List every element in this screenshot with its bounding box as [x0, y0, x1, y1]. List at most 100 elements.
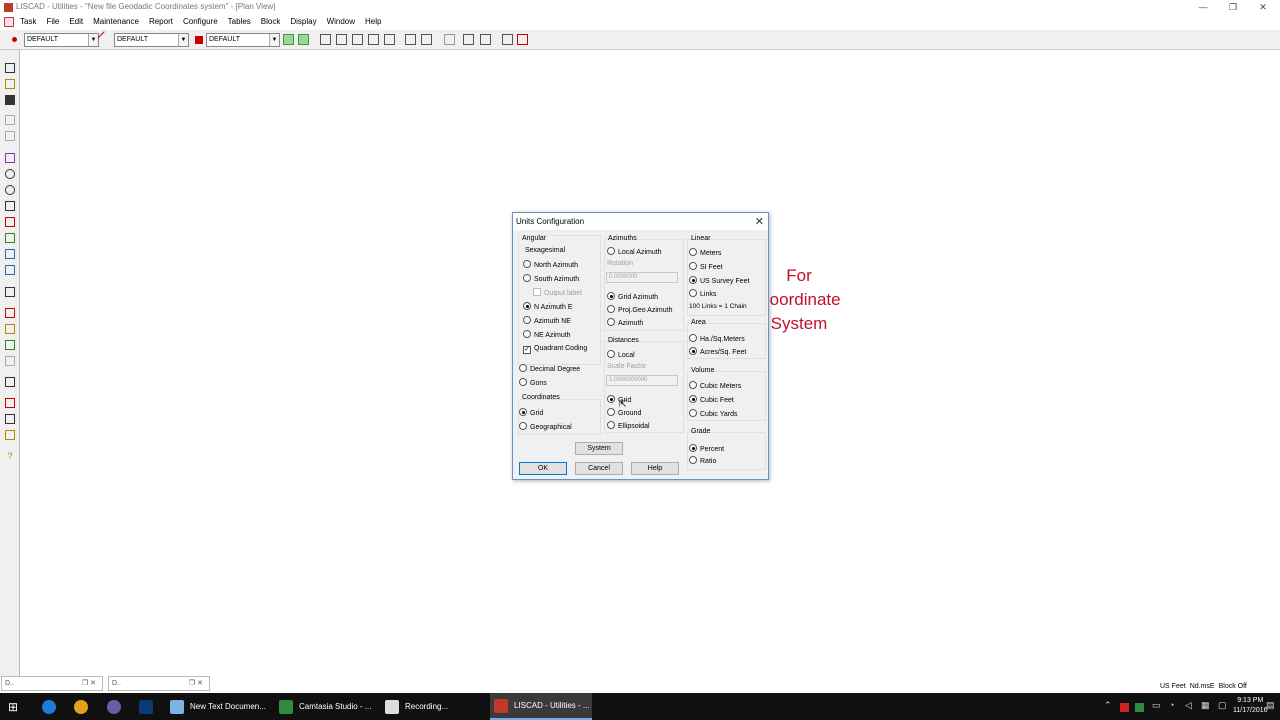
help-icon[interactable]: ? [5, 451, 15, 461]
open-file-icon[interactable] [5, 79, 15, 89]
undo-icon[interactable] [5, 115, 15, 125]
calculator-icon[interactable] [5, 414, 15, 424]
arc-tool-icon[interactable] [368, 34, 379, 45]
n-azimuth-e-radio[interactable]: N Azimuth E [523, 302, 573, 312]
menu-file[interactable]: File [46, 17, 59, 26]
azimuth-ne-radio[interactable]: Azimuth NE [523, 316, 571, 326]
undo-tool-icon[interactable] [444, 34, 455, 45]
us-survey-feet-radio[interactable]: US Survey Feet [689, 276, 749, 286]
si-feet-radio[interactable]: SI Feet [689, 262, 723, 272]
local-azimuth-radio[interactable]: Local Azimuth [607, 247, 662, 257]
minimized-window-1[interactable]: D.. ❐ ✕ [1, 676, 103, 691]
warning-icon[interactable] [5, 308, 15, 318]
coordinates-geographical-radio[interactable]: Geographical [519, 422, 572, 432]
cubic-yards-radio[interactable]: Cubic Yards [689, 409, 737, 419]
pencil-icon[interactable] [5, 233, 15, 243]
rotate-tool-icon[interactable] [384, 34, 395, 45]
cancel-button[interactable]: Cancel [575, 462, 623, 475]
battery-icon[interactable]: ▭ [1152, 700, 1161, 711]
layers-icon[interactable] [5, 217, 15, 227]
quadrant-coding-checkbox[interactable]: ✓ Quadrant Coding [523, 344, 587, 354]
show-hidden-icons-icon[interactable]: ⌃ [1104, 700, 1112, 711]
notifications-icon[interactable]: ▤ [1266, 700, 1275, 711]
chrome-icon[interactable] [74, 699, 88, 714]
minimize-button[interactable]: — [1188, 1, 1218, 14]
tray-app-icon[interactable] [1120, 703, 1129, 712]
meters-radio[interactable]: Meters [689, 248, 721, 258]
north-azimuth-radio[interactable]: North Azimuth [523, 260, 578, 270]
taskbar-recording[interactable]: Recording... [385, 693, 485, 720]
gons-radio[interactable]: Gons [519, 378, 547, 388]
redo-icon[interactable] [5, 131, 15, 141]
menu-configure[interactable]: Configure [183, 17, 218, 26]
grid-view-icon[interactable] [5, 153, 15, 163]
menu-task[interactable]: Task [20, 17, 36, 26]
azimuth-radio[interactable]: Azimuth [607, 318, 643, 328]
point-layer-combo[interactable]: DEFAULT ▼ [24, 33, 99, 47]
ok-button[interactable]: OK [519, 462, 567, 475]
pen-tool-icon[interactable] [5, 430, 15, 440]
proj-geo-azimuth-radio[interactable]: Proj.Geo Azimuth [607, 305, 672, 315]
zoom-out-icon[interactable] [5, 185, 15, 195]
menu-maintenance[interactable]: Maintenance [93, 17, 139, 26]
percent-radio[interactable]: Percent [689, 444, 724, 454]
new-file-icon[interactable] [5, 63, 15, 73]
app-icon[interactable] [107, 699, 121, 714]
acres-sq-feet-radio[interactable]: Acres/Sq. Feet [689, 347, 746, 357]
taskbar-clock[interactable]: 9:13 PM 11/17/2016 [1233, 696, 1268, 716]
table-icon[interactable] [5, 265, 15, 275]
volume-icon[interactable]: ◁ [1185, 700, 1192, 711]
minimized-window-2[interactable]: D.. ❐ ✕ [108, 676, 210, 691]
ha-sq-meters-radio[interactable]: Ha./Sq.Meters [689, 334, 745, 344]
polyline-tool-icon[interactable] [352, 34, 363, 45]
keyboard-icon[interactable]: ▦ [1201, 700, 1210, 711]
grid-azimuth-radio[interactable]: Grid Azimuth [607, 292, 658, 302]
layer-up-icon[interactable] [283, 34, 294, 45]
network-icon[interactable]: ◔ [1169, 700, 1174, 710]
area-layer-combo[interactable]: DEFAULT ▼ [206, 33, 280, 47]
menu-block[interactable]: Block [261, 17, 281, 26]
maximize-button[interactable]: ❐ [1218, 1, 1248, 14]
display-icon[interactable]: ▢ [1218, 700, 1227, 711]
copy-tool-icon[interactable] [405, 34, 416, 45]
decimal-degree-radio[interactable]: Decimal Degree [519, 364, 580, 374]
edit-icon[interactable] [5, 249, 15, 259]
distances-local-radio[interactable]: Local [607, 350, 635, 360]
taskbar-notepad[interactable]: New Text Documen... [170, 693, 270, 720]
zoom-in-icon[interactable] [5, 169, 15, 179]
layer-down-icon[interactable] [298, 34, 309, 45]
windows-start-icon[interactable]: ⊞ [8, 693, 18, 720]
terrain-icon[interactable] [5, 356, 15, 366]
system-button[interactable]: System [575, 442, 623, 455]
taskbar-camtasia[interactable]: Camtasia Studio - ... [279, 693, 379, 720]
ne-azimuth-radio[interactable]: NE Azimuth [523, 330, 571, 340]
menu-edit[interactable]: Edit [69, 17, 83, 26]
ratio-radio[interactable]: Ratio [689, 456, 716, 466]
scale-factor-field[interactable]: 1.0000000000 [606, 375, 678, 386]
output-label-checkbox[interactable]: Output label [533, 288, 582, 298]
menu-help[interactable]: Help [365, 17, 381, 26]
menu-report[interactable]: Report [149, 17, 173, 26]
cubic-meters-radio[interactable]: Cubic Meters [689, 381, 741, 391]
taskbar-liscad[interactable]: LISCAD - Utilities - ... [490, 693, 592, 720]
coordinate-tool-icon[interactable] [5, 398, 15, 408]
edge-icon[interactable] [42, 699, 56, 714]
document-icon[interactable] [4, 17, 14, 27]
tray-camtasia-icon[interactable] [1135, 703, 1144, 712]
links-radio[interactable]: Links [689, 289, 716, 299]
line-layer-combo[interactable]: DEFAULT ▼ [114, 33, 189, 47]
save-icon[interactable] [5, 95, 15, 105]
snap-tool-icon[interactable] [502, 34, 513, 45]
coordinates-grid-radio[interactable]: Grid [519, 408, 543, 418]
rotation-field[interactable]: 0.0000000 [606, 272, 678, 283]
rectangle-tool-icon[interactable] [320, 34, 331, 45]
delete-tool-icon[interactable] [517, 34, 528, 45]
help-button[interactable]: Help [631, 462, 679, 475]
menu-window[interactable]: Window [327, 17, 355, 26]
info-icon[interactable] [5, 324, 15, 334]
zoom-extents-icon[interactable] [463, 34, 474, 45]
close-window-button[interactable]: ✕ [1248, 1, 1278, 14]
menu-display[interactable]: Display [290, 17, 316, 26]
report-icon[interactable] [5, 287, 15, 297]
photoshop-icon[interactable] [139, 699, 153, 714]
